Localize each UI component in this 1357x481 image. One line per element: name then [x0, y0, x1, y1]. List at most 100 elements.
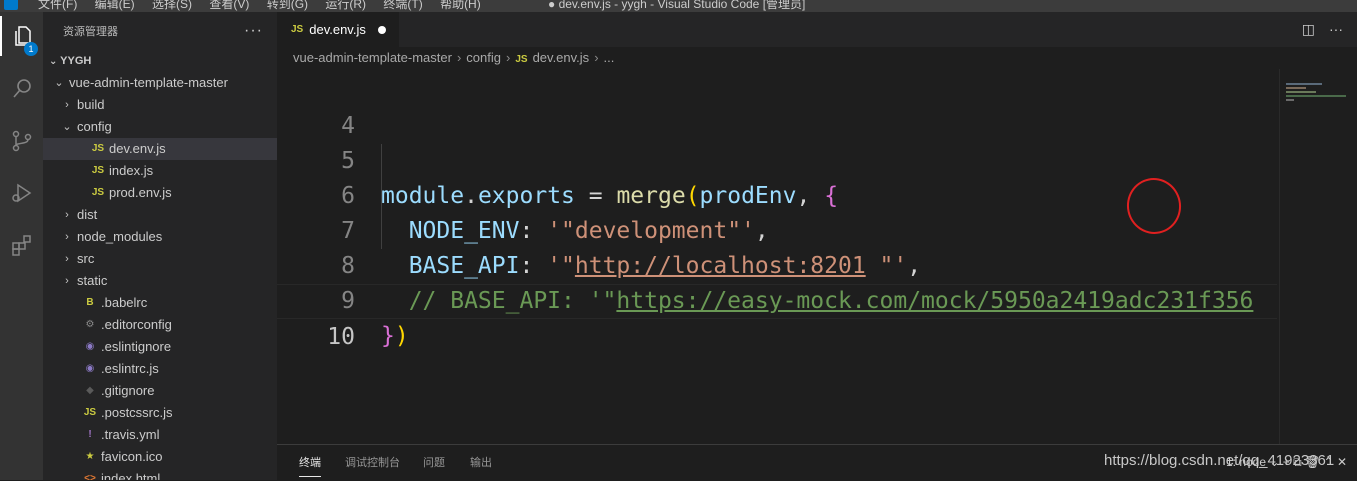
menu-bar: 文件(F) 编辑(E) 选择(S) 查看(V) 转到(G) 运行(R) 终端(T… — [38, 0, 495, 12]
workspace-root[interactable]: ⌄ YYGH — [43, 50, 277, 72]
panel-tab-output[interactable]: 输出 — [470, 445, 492, 481]
file-type-icon: JS — [91, 187, 105, 198]
tree-item[interactable]: › build — [43, 94, 277, 116]
tree-item-label: favicon.ico — [101, 449, 163, 464]
code-line: 8 // BASE_API: '"https://easy-mock.com/m… — [277, 214, 1277, 314]
tree-item[interactable]: JS index.js — [43, 160, 277, 182]
tree-item[interactable]: <> index.html — [43, 468, 277, 480]
activity-bar: 1 — [0, 12, 43, 480]
tree-item[interactable]: ◉ .eslintrc.js — [43, 358, 277, 380]
current-code-line: 10 — [277, 284, 1277, 350]
editor-area: JS dev.env.js ◫ ··· vue-admin-template-m… — [277, 12, 1357, 481]
chevron-right-icon: › — [65, 99, 69, 111]
menu-go[interactable]: 转到(G) — [267, 0, 308, 11]
more-actions-button[interactable]: ··· — [244, 22, 263, 40]
menu-view[interactable]: 查看(V) — [209, 0, 249, 11]
breadcrumb-item[interactable]: dev.env.js — [533, 50, 590, 65]
tree-item-label: .babelrc — [101, 295, 148, 310]
panel-tab-terminal[interactable]: 终端 — [299, 445, 321, 481]
source-control-icon — [12, 130, 31, 152]
tab-bar: JS dev.env.js ◫ ··· — [277, 12, 1357, 47]
minimap[interactable] — [1279, 69, 1357, 444]
tree-item[interactable]: ◆ .gitignore — [43, 380, 277, 402]
source-control-button[interactable] — [0, 121, 43, 161]
window-title: ● dev.env.js - yygh - Visual Studio Code… — [548, 0, 806, 11]
js-file-icon: JS — [515, 54, 528, 65]
js-file-icon: JS — [291, 24, 304, 35]
minimap-line — [1286, 87, 1306, 89]
tree-item[interactable]: ⌄ config — [43, 116, 277, 138]
menu-help[interactable]: 帮助(H) — [440, 0, 481, 11]
tree-item[interactable]: JS prod.env.js — [43, 182, 277, 204]
tree-item-label: vue-admin-template-master — [69, 75, 228, 90]
chevron-right-icon: › — [594, 50, 599, 65]
tree-item[interactable]: ⌄ vue-admin-template-master — [43, 72, 277, 94]
panel-tab-debug-console[interactable]: 调试控制台 — [345, 445, 400, 481]
explorer-badge: 1 — [24, 42, 38, 56]
menu-edit[interactable]: 编辑(E) — [95, 0, 135, 11]
file-type-icon: JS — [91, 165, 105, 176]
tree-item[interactable]: ◉ .eslintignore — [43, 336, 277, 358]
file-tree: ⌄ vue-admin-template-master › build ⌄ config J… — [43, 72, 277, 480]
search-button[interactable] — [0, 69, 43, 109]
line-number: 10 — [327, 324, 355, 350]
search-icon — [12, 79, 31, 98]
menu-selection[interactable]: 选择(S) — [152, 0, 192, 11]
menu-file[interactable]: 文件(F) — [38, 0, 77, 11]
file-type-icon: JS — [91, 143, 105, 154]
tree-item-label: prod.env.js — [109, 185, 172, 200]
breadcrumb: vue-admin-template-master › config › JS dev.e… — [277, 47, 1357, 69]
tree-item-label: .gitignore — [101, 383, 155, 398]
menu-run[interactable]: 运行(R) — [325, 0, 366, 11]
file-type-icon: <> — [84, 473, 96, 480]
explorer-button[interactable]: 1 — [0, 16, 43, 56]
tab-dev-env-js[interactable]: JS dev.env.js — [277, 12, 399, 47]
run-debug-button[interactable] — [0, 173, 43, 213]
editor-actions: ◫ ··· — [1302, 21, 1343, 38]
tree-item-label: .postcssrc.js — [101, 405, 173, 420]
extensions-button[interactable] — [0, 225, 43, 265]
explorer-sidebar: 资源管理器 ··· ⌄ YYGH ⌄ vue-admin-template-mas… — [43, 12, 277, 480]
file-type-icon: ◆ — [86, 385, 94, 396]
split-editor-icon[interactable]: ◫ — [1302, 21, 1315, 38]
tree-item[interactable]: › dist — [43, 204, 277, 226]
breadcrumb-item[interactable]: vue-admin-template-master — [293, 50, 452, 65]
minimap-line — [1286, 99, 1294, 101]
code-line: 6 NODE_ENV: '"development"', — [277, 144, 1277, 244]
unsaved-dot-icon[interactable] — [377, 25, 386, 34]
chevron-down-icon: ⌄ — [54, 77, 64, 89]
chevron-right-icon: › — [506, 50, 511, 65]
extensions-icon — [11, 235, 31, 256]
breadcrumb-item[interactable]: config — [466, 50, 501, 65]
file-type-icon: ◉ — [85, 341, 95, 352]
file-type-icon: ! — [88, 429, 92, 440]
tree-item[interactable]: › src — [43, 248, 277, 270]
code-line: 9 }) — [277, 249, 1277, 349]
minimap-line — [1286, 83, 1322, 85]
tree-item-label: build — [77, 97, 105, 112]
tree-item[interactable]: › node_modules — [43, 226, 277, 248]
tree-item[interactable]: ⚙ .editorconfig — [43, 314, 277, 336]
more-actions-icon[interactable]: ··· — [1329, 21, 1343, 38]
tree-item[interactable]: ! .travis.yml — [43, 424, 277, 446]
tree-item-label: dev.env.js — [109, 141, 166, 156]
file-type-icon: ★ — [85, 451, 95, 462]
panel-tab-problems[interactable]: 问题 — [423, 445, 445, 481]
tree-item[interactable]: JS .postcssrc.js — [43, 402, 277, 424]
file-type-icon: B — [86, 297, 94, 308]
tree-item[interactable]: › static — [43, 270, 277, 292]
tree-item-label: node_modules — [77, 229, 163, 244]
tree-item-label: .travis.yml — [101, 427, 160, 442]
code-editor[interactable]: 4 5 module.exports = merge(prodEnv, { 6 … — [277, 74, 1277, 388]
tree-item-label: src — [77, 251, 95, 266]
tree-item[interactable]: JS dev.env.js — [43, 138, 277, 160]
code-line: 5 module.exports = merge(prodEnv, { — [277, 109, 1277, 209]
breadcrumb-item[interactable]: ... — [604, 50, 615, 65]
vscode-logo-icon — [4, 0, 18, 10]
menu-terminal[interactable]: 终端(T) — [383, 0, 422, 11]
file-type-icon: ⚙ — [85, 319, 95, 330]
file-type-icon: ◉ — [85, 363, 95, 374]
tree-item[interactable]: B .babelrc — [43, 292, 277, 314]
tree-item-label: .eslintignore — [101, 339, 172, 354]
tree-item[interactable]: ★ favicon.ico — [43, 446, 277, 468]
